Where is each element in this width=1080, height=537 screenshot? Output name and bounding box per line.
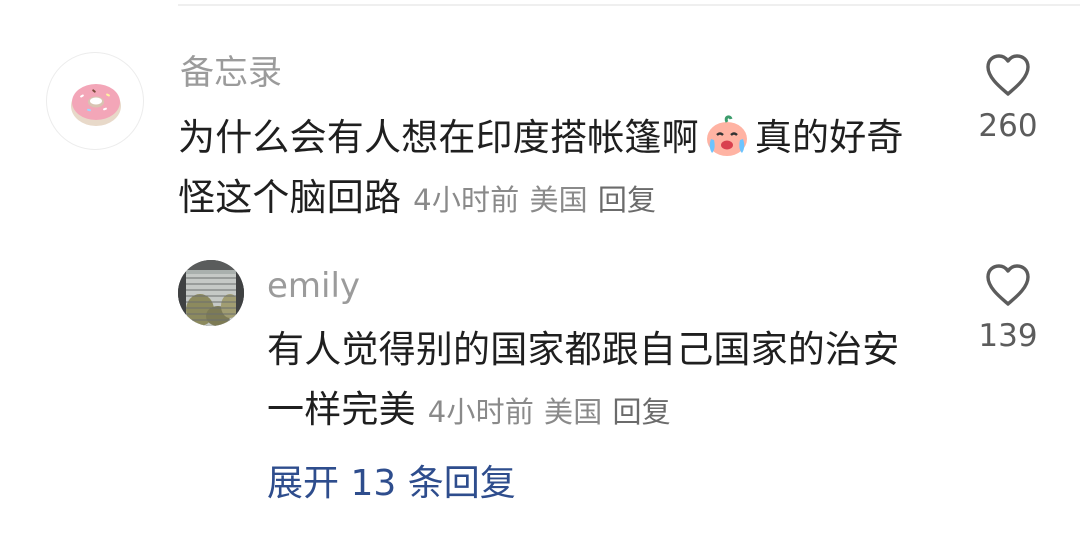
reply-button[interactable]: 回复 (612, 395, 670, 429)
timestamp: 4小时前 (427, 395, 535, 429)
comment-text: 为什么会有人想在印度搭帐篷啊 真的好奇怪这个脑回路 4小时前 美国 回复 (178, 108, 938, 230)
reply-meta: 4小时前 美国 回复 (428, 395, 671, 429)
reply-button[interactable]: 回复 (598, 183, 656, 217)
donut-icon (71, 84, 121, 126)
comment-meta: 4小时前 美国 回复 (413, 183, 656, 217)
heart-icon[interactable] (983, 52, 1033, 98)
reply-text: 有人觉得别的国家都跟自己国家的治安一样完美 4小时前 美国 回复 (267, 320, 927, 442)
like-count: 260 (978, 108, 1038, 144)
like-widget: 139 (963, 262, 1053, 354)
location: 美国 (544, 395, 603, 429)
username[interactable]: emily (267, 266, 360, 306)
crying-face-emoji-icon (700, 113, 754, 159)
top-divider (178, 4, 1080, 6)
timestamp: 4小时前 (413, 183, 520, 217)
like-count: 139 (978, 318, 1038, 354)
window-photo-icon (178, 260, 244, 326)
username[interactable]: 备忘录 (180, 53, 282, 93)
avatar[interactable] (178, 260, 244, 326)
like-widget: 260 (963, 52, 1053, 144)
expand-replies-link[interactable]: 展开 13 条回复 (267, 462, 516, 506)
location: 美国 (529, 183, 588, 217)
heart-icon[interactable] (983, 262, 1033, 308)
avatar[interactable] (46, 52, 144, 150)
comment-text-part: 为什么会有人想在印度搭帐篷啊 (178, 116, 699, 159)
